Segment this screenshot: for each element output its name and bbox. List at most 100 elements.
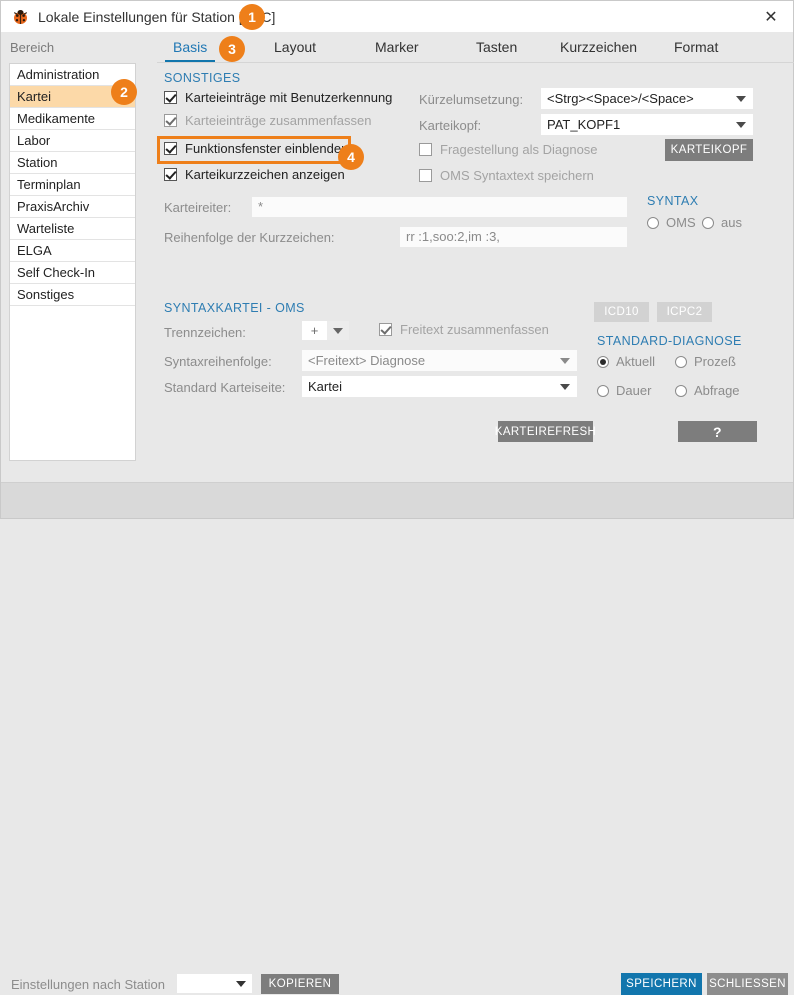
section-title-syntax: SYNTAX xyxy=(647,194,699,208)
checkbox-label: Fragestellung als Diagnose xyxy=(440,142,598,157)
checkbox-label: Freitext zusammenfassen xyxy=(400,322,549,337)
checkbox-oms-syntaxtext-speichern[interactable]: OMS Syntaxtext speichern xyxy=(419,168,594,183)
main-content: SONSTIGES Karteieinträge mit Benutzerken… xyxy=(157,63,794,481)
tab-marker[interactable]: Marker xyxy=(375,35,419,61)
radio-label: aus xyxy=(721,215,742,230)
checkbox-karteikurzzeichen-anzeigen[interactable]: Karteikurzzeichen anzeigen xyxy=(164,167,345,182)
speichern-button[interactable]: SPEICHERN xyxy=(621,973,702,995)
annotation-badge-3: 3 xyxy=(219,36,245,62)
dropdown-station[interactable] xyxy=(177,974,252,993)
label-einstellungen-nach-station: Einstellungen nach Station xyxy=(11,977,165,992)
radio-button xyxy=(597,384,609,397)
checkbox-box xyxy=(419,143,432,156)
radio-button xyxy=(597,355,609,368)
dropdown-kuerzelumsetzung[interactable]: <Strg><Space>/<Space> xyxy=(541,88,753,109)
tab-format[interactable]: Format xyxy=(674,35,718,61)
radio-button xyxy=(675,355,687,368)
checkbox-karteieintraege-zusammenfassen[interactable]: Karteieinträge zusammenfassen xyxy=(164,113,371,128)
radio-syntax-oms[interactable]: OMS xyxy=(647,215,696,230)
dropdown-value: <Strg><Space>/<Space> xyxy=(547,91,694,106)
chevron-down-icon[interactable] xyxy=(327,321,349,340)
annotation-highlight-box xyxy=(157,136,351,164)
annotation-badge-1: 1 xyxy=(239,4,265,30)
checkbox-fragestellung-als-diagnose[interactable]: Fragestellung als Diagnose xyxy=(419,142,598,157)
karteirefresh-button[interactable]: KARTEIREFRESH xyxy=(495,421,596,442)
checkbox-label: Karteieinträge mit Benutzerkennung xyxy=(185,90,393,105)
section-title-standard-diagnose: STANDARD-DIAGNOSE xyxy=(597,334,742,348)
chevron-down-icon xyxy=(560,384,570,390)
label-syntaxreihenfolge: Syntaxreihenfolge: xyxy=(164,354,272,369)
label-kuerzelumsetzung: Kürzelumsetzung: xyxy=(419,92,524,107)
help-button[interactable]: ? xyxy=(678,421,757,442)
chevron-down-icon xyxy=(736,96,746,102)
checkbox-box xyxy=(164,114,177,127)
sidebar-item-self-check-in[interactable]: Self Check-In xyxy=(10,262,135,284)
radio-diagnose-abfrage[interactable]: Abfrage xyxy=(675,383,740,398)
section-title-sonstiges: SONSTIGES xyxy=(164,71,241,85)
label-karteireiter: Karteireiter: xyxy=(164,200,232,215)
label-reihenfolge-kurzzeichen: Reihenfolge der Kurzzeichen: xyxy=(164,230,335,245)
sidebar-item-warteliste[interactable]: Warteliste xyxy=(10,218,135,240)
radio-label: Abfrage xyxy=(694,383,740,398)
radio-label: OMS xyxy=(666,215,696,230)
title-bar: Lokale Einstellungen für Station [LOC] ✕ xyxy=(1,1,793,32)
radio-button xyxy=(702,216,714,229)
sidebar-item-station[interactable]: Station xyxy=(10,152,135,174)
chevron-down-icon xyxy=(560,358,570,364)
radio-button xyxy=(647,216,659,229)
icd10-button[interactable]: ICD10 xyxy=(594,302,649,322)
karteireiter-input[interactable]: * xyxy=(252,197,627,217)
checkbox-box xyxy=(379,323,392,336)
sidebar-item-terminplan[interactable]: Terminplan xyxy=(10,174,135,196)
settings-window: Lokale Einstellungen für Station [LOC] ✕… xyxy=(0,0,794,995)
annotation-badge-4: 4 xyxy=(338,144,364,170)
dropdown-karteikopf[interactable]: PAT_KOPF1 xyxy=(541,114,753,135)
radio-diagnose-aktuell[interactable]: Aktuell xyxy=(597,354,655,369)
radio-label: Prozeß xyxy=(694,354,736,369)
sidebar-item-elga[interactable]: ELGA xyxy=(10,240,135,262)
label-standard-karteiseite: Standard Karteiseite: xyxy=(164,380,286,395)
close-icon[interactable]: ✕ xyxy=(749,1,793,32)
sidebar-item-labor[interactable]: Labor xyxy=(10,130,135,152)
dropdown-trennzeichen[interactable]: + xyxy=(302,321,349,340)
checkbox-karteieintraege-benutzerkennung[interactable]: Karteieinträge mit Benutzerkennung xyxy=(164,90,392,105)
sidebar-list[interactable]: Administration Kartei Medikamente Labor … xyxy=(9,63,136,461)
radio-syntax-aus[interactable]: aus xyxy=(702,215,742,230)
ladybug-icon xyxy=(11,9,29,25)
sidebar-item-praxisarchiv[interactable]: PraxisArchiv xyxy=(10,196,135,218)
radio-diagnose-prozess[interactable]: Prozeß xyxy=(675,354,736,369)
sidebar-item-medikamente[interactable]: Medikamente xyxy=(10,108,135,130)
schliessen-button[interactable]: SCHLIESSEN xyxy=(707,973,788,995)
radio-button xyxy=(675,384,687,397)
radio-diagnose-dauer[interactable]: Dauer xyxy=(597,383,651,398)
dropdown-value: <Freitext> Diagnose xyxy=(308,353,426,368)
checkbox-box xyxy=(419,169,432,182)
section-title-syntaxkartei-oms: SYNTAXKARTEI - OMS xyxy=(164,301,305,315)
dropdown-value: PAT_KOPF1 xyxy=(547,117,621,132)
tab-bar: Basis Layout Marker Tasten Kurzzeichen F… xyxy=(157,35,794,63)
tab-basis[interactable]: Basis xyxy=(164,35,216,63)
radio-label: Aktuell xyxy=(616,354,656,369)
checkbox-label: Karteieinträge zusammenfassen xyxy=(185,113,372,128)
icpc2-button[interactable]: ICPC2 xyxy=(657,302,712,322)
dropdown-value: + xyxy=(310,323,319,338)
dropdown-value: Kartei xyxy=(308,379,342,394)
chevron-down-icon xyxy=(736,122,746,128)
tab-tasten[interactable]: Tasten xyxy=(476,35,517,61)
reihenfolge-kurzzeichen-input[interactable]: rr :1,soo:2,im :3, xyxy=(400,227,627,247)
dropdown-syntaxreihenfolge[interactable]: <Freitext> Diagnose xyxy=(302,350,577,371)
checkbox-freitext-zusammenfassen[interactable]: Freitext zusammenfassen xyxy=(379,322,549,337)
kopieren-button[interactable]: KOPIEREN xyxy=(261,974,339,994)
tab-kurzzeichen[interactable]: Kurzzeichen xyxy=(560,35,637,61)
label-trennzeichen: Trennzeichen: xyxy=(164,325,246,340)
radio-label: Dauer xyxy=(616,383,652,398)
checkbox-box xyxy=(164,91,177,104)
sidebar-item-sonstiges[interactable]: Sonstiges xyxy=(10,284,135,306)
checkbox-label: OMS Syntaxtext speichern xyxy=(440,168,594,183)
tab-layout[interactable]: Layout xyxy=(274,35,316,61)
checkbox-box xyxy=(164,168,177,181)
dropdown-standard-karteiseite[interactable]: Kartei xyxy=(302,376,577,397)
checkbox-label: Karteikurzzeichen anzeigen xyxy=(185,167,345,182)
footer-bar: Einstellungen nach Station KOPIEREN SPEI… xyxy=(1,483,793,995)
karteikopf-button[interactable]: KARTEIKOPF xyxy=(665,139,753,161)
